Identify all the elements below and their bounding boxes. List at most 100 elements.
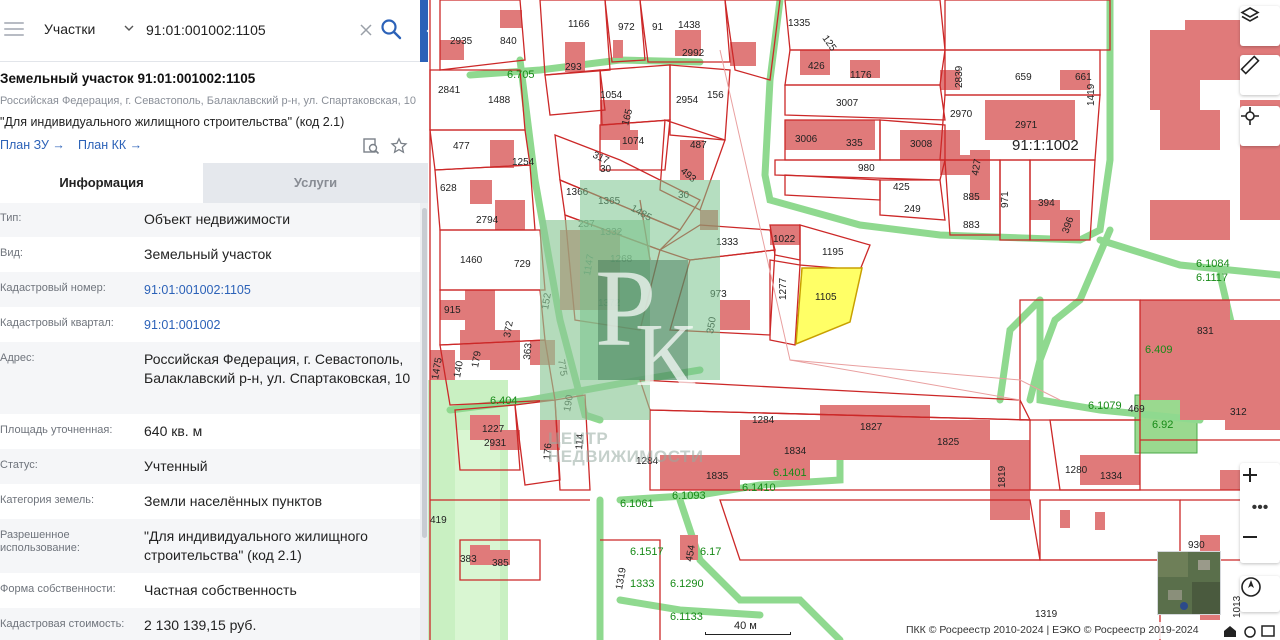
svg-text:2839: 2839 xyxy=(954,65,965,88)
svg-text:6.1117: 6.1117 xyxy=(1196,272,1228,284)
menu-icon[interactable] xyxy=(4,22,24,38)
measure-button[interactable] xyxy=(1240,55,1280,95)
basemap-switch-thumbnail[interactable] xyxy=(1157,551,1221,615)
scrollbar-thumb[interactable] xyxy=(422,208,427,538)
parcel-address-short: Российская Федерация, г. Севастополь, Ба… xyxy=(0,95,416,107)
green-area xyxy=(455,430,500,640)
svg-text:1835: 1835 xyxy=(706,471,729,482)
table-row: Статус: Учтенный xyxy=(0,449,420,484)
svg-text:1166: 1166 xyxy=(568,19,590,30)
svg-text:2794: 2794 xyxy=(476,215,499,226)
svg-text:6.92: 6.92 xyxy=(1152,419,1173,431)
search-icon[interactable] xyxy=(380,18,402,40)
svg-text:1834: 1834 xyxy=(784,446,807,457)
svg-text:426: 426 xyxy=(808,61,825,72)
table-row: Вид: Земельный участок xyxy=(0,246,272,262)
svg-text:659: 659 xyxy=(1015,72,1032,83)
svg-text:2992: 2992 xyxy=(682,48,705,59)
zoom-in-button[interactable] xyxy=(1240,465,1280,501)
table-row: Категория земель: Земли населённых пункт… xyxy=(0,493,323,509)
svg-text:477: 477 xyxy=(453,141,470,152)
target-icon[interactable] xyxy=(1244,626,1256,638)
collapse-panel-button[interactable] xyxy=(420,0,428,62)
table-row: Адрес: Российская Федерация, г. Севастоп… xyxy=(0,342,420,414)
cadastral-quarter-link[interactable]: 91:01:001002 xyxy=(144,316,412,335)
svg-text:2970: 2970 xyxy=(950,109,973,120)
parcel-use-short: "Для индивидуального жилищного строитель… xyxy=(0,115,345,129)
svg-text:1022: 1022 xyxy=(773,234,796,245)
scale-bar xyxy=(705,632,791,635)
svg-text:6.1093: 6.1093 xyxy=(672,490,706,502)
tab-bar: Информация Услуги xyxy=(0,163,428,203)
plus-icon xyxy=(1243,468,1257,482)
svg-text:383: 383 xyxy=(460,554,477,565)
parcel-title: Земельный участок 91:01:001002:1105 xyxy=(0,71,256,86)
svg-text:1319: 1319 xyxy=(1035,609,1058,620)
search-input[interactable] xyxy=(146,16,356,44)
tab-info[interactable]: Информация xyxy=(0,163,203,203)
svg-text:363: 363 xyxy=(522,342,534,360)
table-row: Кадастровая стоимость: 2 130 139,15 руб. xyxy=(0,608,420,640)
svg-text:661: 661 xyxy=(1075,72,1092,83)
minus-icon xyxy=(1243,536,1257,538)
chevron-down-icon[interactable] xyxy=(123,22,135,34)
plan-kk-link[interactable]: План КК → xyxy=(78,138,142,152)
svg-text:2971: 2971 xyxy=(1015,120,1038,131)
home-icon[interactable] xyxy=(1224,626,1236,637)
svg-text:91: 91 xyxy=(652,22,664,33)
svg-text:293: 293 xyxy=(565,62,582,73)
svg-text:6.1290: 6.1290 xyxy=(670,578,704,590)
svg-text:6.1410: 6.1410 xyxy=(742,482,776,494)
svg-text:6.1084: 6.1084 xyxy=(1196,258,1230,270)
layers-button[interactable] xyxy=(1240,6,1280,46)
copyright-text: ПКК © Росреестр 2010-2024 | ЕЭКО © Росре… xyxy=(900,622,1210,639)
locate-button[interactable] xyxy=(1240,106,1280,146)
svg-text:1333: 1333 xyxy=(630,578,654,590)
cadastral-number-link[interactable]: 91:01:001002:1105 xyxy=(144,281,412,300)
svg-text:883: 883 xyxy=(963,220,980,231)
more-icon[interactable]: ••• xyxy=(1240,500,1280,525)
scale-label: 40 м xyxy=(734,620,757,632)
crosshair-icon xyxy=(1241,107,1259,125)
search-type-select[interactable]: Участки xyxy=(44,21,95,37)
chevron-left-icon xyxy=(426,29,428,33)
svg-text:972: 972 xyxy=(618,22,635,33)
svg-text:6.1079: 6.1079 xyxy=(1088,400,1122,412)
star-icon[interactable] xyxy=(390,137,408,155)
table-row: Площадь уточненная: 640 кв. м xyxy=(0,423,203,439)
preview-icon[interactable] xyxy=(362,137,380,155)
svg-text:2954: 2954 xyxy=(676,95,699,106)
zoom-out-button[interactable] xyxy=(1240,527,1280,563)
svg-text:971: 971 xyxy=(1000,191,1011,208)
table-row: Форма собственности: Частная собственнос… xyxy=(0,582,297,598)
watermark-logo: Р К xyxy=(540,180,740,420)
svg-text:1334: 1334 xyxy=(1100,471,1123,482)
clear-icon[interactable] xyxy=(358,22,374,38)
svg-text:729: 729 xyxy=(514,259,531,270)
svg-text:156: 156 xyxy=(707,90,724,101)
svg-text:1488: 1488 xyxy=(488,95,511,106)
selected-parcel-1105[interactable] xyxy=(795,267,863,346)
svg-text:425: 425 xyxy=(893,182,910,193)
svg-text:1819: 1819 xyxy=(997,465,1008,488)
svg-text:179: 179 xyxy=(470,350,484,369)
svg-text:1335: 1335 xyxy=(788,18,811,29)
print-icon[interactable] xyxy=(1261,625,1275,637)
layers-icon xyxy=(1240,7,1260,22)
svg-text:1176: 1176 xyxy=(850,70,872,81)
svg-text:6.409: 6.409 xyxy=(1145,344,1173,356)
svg-text:930: 930 xyxy=(1188,540,1205,551)
plan-zu-link[interactable]: План ЗУ → xyxy=(0,138,65,152)
svg-text:1277: 1277 xyxy=(778,277,789,300)
svg-text:6.705: 6.705 xyxy=(507,69,535,81)
svg-text:1054: 1054 xyxy=(600,90,623,101)
tab-services[interactable]: Услуги xyxy=(203,163,428,203)
svg-text:3006: 3006 xyxy=(795,134,818,145)
compass-button[interactable] xyxy=(1240,576,1280,612)
svg-text:885: 885 xyxy=(963,192,980,203)
compass-icon xyxy=(1241,577,1261,597)
svg-text:831: 831 xyxy=(1197,326,1214,337)
svg-text:1419: 1419 xyxy=(1086,83,1097,106)
svg-text:140: 140 xyxy=(452,360,466,379)
svg-text:6.1401: 6.1401 xyxy=(773,467,807,479)
